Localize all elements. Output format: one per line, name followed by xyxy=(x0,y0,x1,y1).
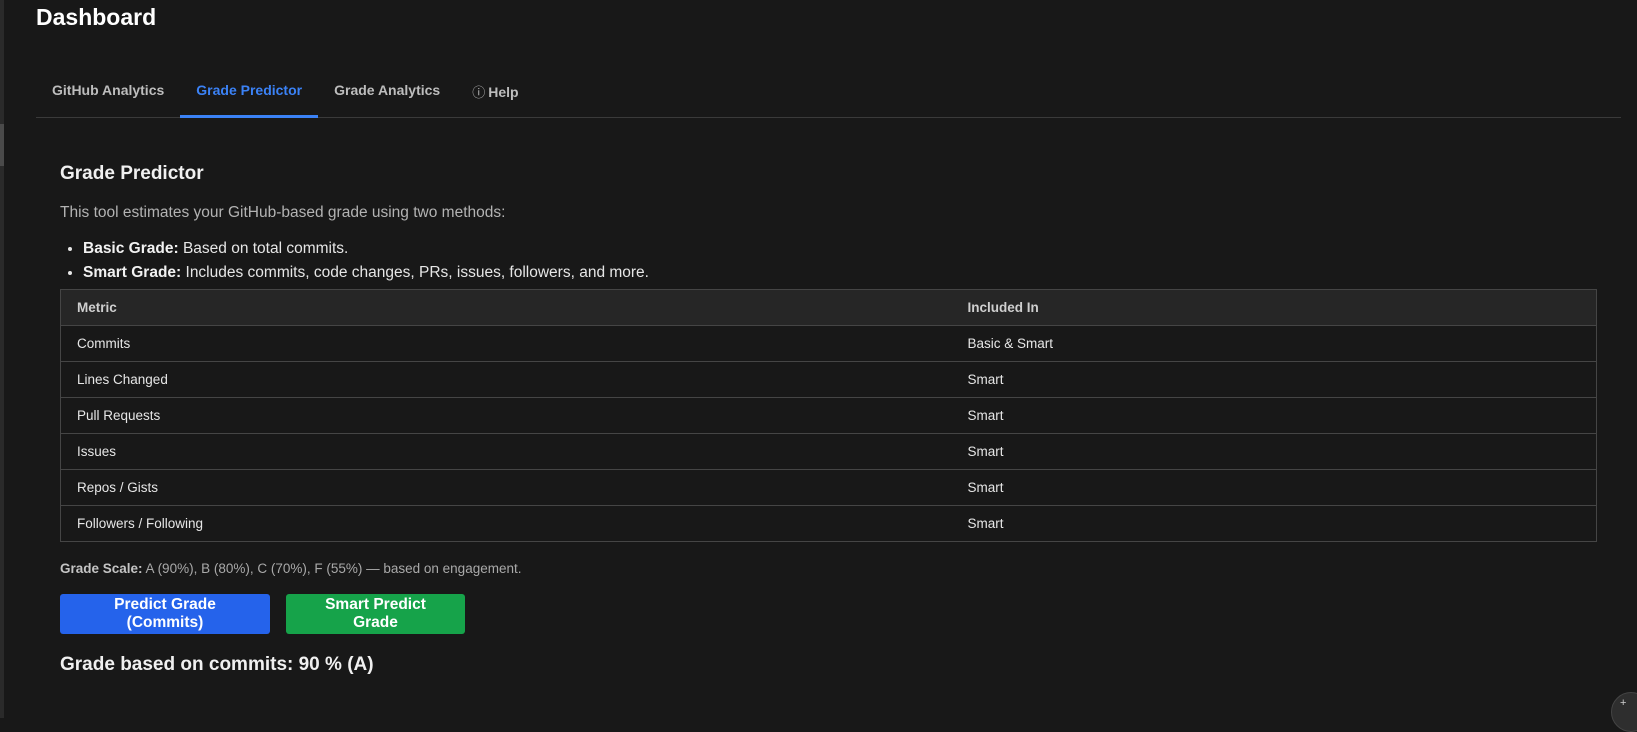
metric-cell: Commits xyxy=(60,325,952,362)
intro-text: This tool estimates your GitHub-based gr… xyxy=(60,204,506,221)
table-row: Lines Changed Smart xyxy=(60,361,1597,398)
tab-grade-analytics[interactable]: Grade Analytics xyxy=(318,70,456,117)
included-in-cell: Basic & Smart xyxy=(951,325,1597,362)
column-header-metric: Metric xyxy=(60,289,952,326)
table-row: Repos / Gists Smart xyxy=(60,469,1597,506)
tab-label: Grade Predictor xyxy=(196,82,303,98)
smart-predict-button[interactable]: Smart Predict Grade xyxy=(286,594,465,634)
predict-grade-button[interactable]: Predict Grade (Commits) xyxy=(60,594,270,634)
table-row: Issues Smart xyxy=(60,433,1597,470)
list-item: Smart Grade: Includes commits, code chan… xyxy=(83,261,1597,285)
plus-icon: + xyxy=(1620,697,1627,709)
window-left-edge xyxy=(0,0,4,718)
tab-label: Grade Analytics xyxy=(334,82,441,98)
page-title: Dashboard xyxy=(36,4,157,30)
list-item: Basic Grade: Based on total commits. xyxy=(83,237,1597,261)
tab-label: Help xyxy=(488,84,519,100)
method-name: Smart Grade: xyxy=(83,264,182,281)
floating-action-button[interactable]: + xyxy=(1611,692,1637,732)
grade-predictor-panel: Grade Predictor This tool estimates your… xyxy=(60,160,1597,676)
included-in-cell: Smart xyxy=(951,433,1597,470)
grade-scale-label: Grade Scale: xyxy=(60,561,143,576)
method-name: Basic Grade: xyxy=(83,240,179,257)
action-buttons: Predict Grade (Commits) Smart Predict Gr… xyxy=(60,594,1597,634)
tab-help[interactable]: ⓘ Help xyxy=(456,70,534,117)
included-in-cell: Smart xyxy=(951,397,1597,434)
grade-scale-text: A (90%), B (80%), C (70%), F (55%) — bas… xyxy=(142,561,522,576)
metric-cell: Lines Changed xyxy=(60,361,952,398)
included-in-cell: Smart xyxy=(951,361,1597,398)
metric-cell: Followers / Following xyxy=(60,505,952,542)
included-in-cell: Smart xyxy=(951,469,1597,506)
grade-result: Grade based on commits: 90 % (A) xyxy=(60,654,374,675)
section-title: Grade Predictor xyxy=(60,163,204,184)
info-icon: ⓘ xyxy=(472,85,486,100)
included-in-cell: Smart xyxy=(951,505,1597,542)
method-desc: Based on total commits. xyxy=(178,240,349,257)
tab-grade-predictor[interactable]: Grade Predictor xyxy=(180,70,318,118)
table-row: Followers / Following Smart xyxy=(60,505,1597,542)
metrics-table: Metric Included In Commits Basic & Smart… xyxy=(60,289,1597,542)
method-desc: Includes commits, code changes, PRs, iss… xyxy=(181,264,650,281)
column-header-included-in: Included In xyxy=(951,289,1597,326)
table-row: Pull Requests Smart xyxy=(60,397,1597,434)
metric-cell: Repos / Gists xyxy=(60,469,952,506)
tab-bar: GitHub Analytics Grade Predictor Grade A… xyxy=(36,70,1621,118)
grade-scale-note: Grade Scale: A (90%), B (80%), C (70%), … xyxy=(60,560,1597,578)
metric-cell: Pull Requests xyxy=(60,397,952,434)
scrollbar-grip[interactable] xyxy=(0,124,4,166)
tab-github-analytics[interactable]: GitHub Analytics xyxy=(36,70,180,117)
table-header-row: Metric Included In xyxy=(60,289,1597,326)
table-row: Commits Basic & Smart xyxy=(60,325,1597,362)
metric-cell: Issues xyxy=(60,433,952,470)
methods-list: Basic Grade: Based on total commits. Sma… xyxy=(60,237,1597,285)
tab-label: GitHub Analytics xyxy=(52,82,165,98)
